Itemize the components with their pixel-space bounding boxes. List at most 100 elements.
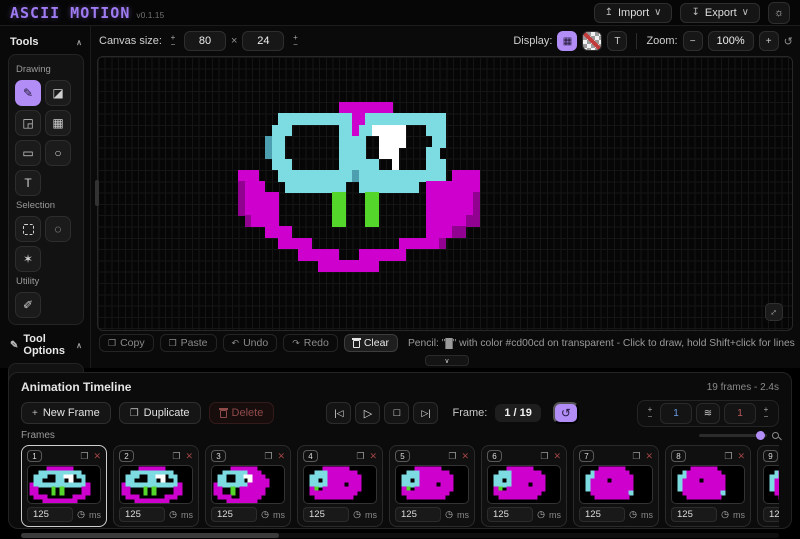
slider-thumb[interactable] — [756, 431, 765, 440]
tool-options-header[interactable]: ✎ Tool Options ∧ — [8, 325, 84, 363]
loop-icon: ↺ — [561, 406, 571, 420]
frame-thumbnail — [671, 465, 745, 504]
new-frame-button[interactable]: +New Frame — [21, 402, 111, 424]
text-icon: T — [614, 36, 620, 47]
zoom-value[interactable]: 100% — [708, 31, 754, 51]
drawing-canvas[interactable]: ↕ — [97, 56, 793, 331]
delete-frame-icon[interactable]: ✕ — [553, 451, 561, 462]
trash-icon — [353, 340, 360, 348]
frame-thumbnail — [27, 465, 101, 504]
frame-duration-input[interactable]: 125 — [303, 507, 349, 522]
duplicate-frame-icon[interactable]: ❐ — [356, 451, 364, 462]
duplicate-frame-icon[interactable]: ❐ — [448, 451, 456, 462]
theme-toggle-button[interactable]: ☼ — [768, 2, 790, 24]
frame-thumbnail — [211, 465, 285, 504]
frame-duration-input[interactable]: 125 — [27, 507, 73, 522]
import-button[interactable]: ↥ Import ∨ — [594, 3, 673, 23]
delete-frame-icon[interactable]: ✕ — [185, 451, 193, 462]
canvas-resize-handle[interactable]: ↕ — [765, 303, 783, 321]
canvas-height-input[interactable]: 24 — [242, 31, 284, 51]
fill-tool-button[interactable]: ◲ — [15, 110, 41, 136]
frame-card[interactable]: 2 ❐ ✕ 125 ◷ ms — [113, 445, 199, 527]
canvas-width-input[interactable]: 80 — [184, 31, 226, 51]
duplicate-frame-icon[interactable]: ❐ — [540, 451, 548, 462]
pencil-tool-button[interactable]: ✎ — [15, 80, 41, 106]
rect-select-tool-button[interactable] — [15, 216, 41, 242]
duplicate-frame-icon[interactable]: ❐ — [172, 451, 180, 462]
panel-drag-handle[interactable] — [95, 180, 99, 206]
delete-frame-icon[interactable]: ✕ — [93, 451, 101, 462]
delete-frame-icon[interactable]: ✕ — [737, 451, 745, 462]
frame-duration-input[interactable]: 125 — [487, 507, 533, 522]
canvas-width-stepper[interactable]: + − — [167, 34, 179, 48]
frame-card[interactable]: 9 ❐ ✕ 125 ◷ ms — [757, 445, 779, 527]
zoom-in-button[interactable]: + — [759, 31, 779, 51]
paste-button[interactable]: ❒Paste — [160, 334, 217, 352]
magnifier-icon — [772, 432, 779, 439]
clock-icon: ◷ — [261, 509, 269, 520]
magic-wand-tool-button[interactable]: ✶ — [15, 246, 41, 272]
timeline-zoom-slider[interactable] — [699, 432, 779, 439]
delete-frame-icon[interactable]: ✕ — [645, 451, 653, 462]
frame-duration-input[interactable]: 125 — [579, 507, 625, 522]
toggle-grid-button[interactable]: ▦ — [557, 31, 577, 51]
frame-card[interactable]: 6 ❐ ✕ 125 ◷ ms — [481, 445, 567, 527]
scrollbar-thumb[interactable] — [21, 533, 279, 538]
duplicate-frame-icon[interactable]: ❐ — [264, 451, 272, 462]
lasso-tool-button[interactable]: ◌ — [45, 216, 71, 242]
toggle-text-button[interactable]: T — [607, 31, 627, 51]
clear-button[interactable]: Clear — [344, 334, 398, 352]
frame-card[interactable]: 5 ❐ ✕ 125 ◷ ms — [389, 445, 475, 527]
loop-toggle-button[interactable]: ↺ — [553, 402, 579, 424]
delete-frame-icon[interactable]: ✕ — [461, 451, 469, 462]
frame-card[interactable]: 8 ❐ ✕ 125 ◷ ms — [665, 445, 751, 527]
ellipse-tool-button[interactable]: ○ — [45, 140, 71, 166]
play-button[interactable]: ▷ — [355, 402, 380, 424]
toggle-transparency-button[interactable] — [582, 31, 602, 51]
tools-sidebar: Tools ∧ Drawing ✎ ◪ ◲ ▦ ▭ ○ T Selection … — [0, 26, 91, 368]
skip-to-start-button[interactable]: |◁ — [326, 402, 351, 424]
stop-button[interactable]: □ — [384, 402, 409, 424]
onion-skin-toggle-button[interactable]: ≋ — [696, 403, 720, 424]
onion-prev-stepper[interactable]: +− — [644, 406, 656, 420]
duplicate-frame-icon[interactable]: ❐ — [80, 451, 88, 462]
trash-icon — [220, 410, 227, 418]
eyedropper-tool-button[interactable]: ✐ — [15, 292, 41, 318]
frame-card[interactable]: 3 ❐ ✕ 125 ◷ ms — [205, 445, 291, 527]
rect-fill-tool-button[interactable]: ▦ — [45, 110, 71, 136]
frames-scrollbar[interactable] — [21, 533, 779, 538]
canvas-artwork — [238, 102, 480, 272]
slider-track[interactable] — [699, 434, 767, 437]
eraser-tool-button[interactable]: ◪ — [45, 80, 71, 106]
zoom-reset-icon[interactable]: ↺ — [784, 35, 793, 48]
frame-duration-input[interactable]: 125 — [395, 507, 441, 522]
skip-to-end-button[interactable]: ▷| — [413, 402, 438, 424]
collapse-timeline-button[interactable]: ∨ — [425, 355, 469, 366]
onion-prev-input[interactable]: 1 — [660, 403, 692, 424]
delete-frame-button[interactable]: Delete — [209, 402, 275, 424]
onion-next-stepper[interactable]: +− — [760, 406, 772, 420]
frame-duration-input[interactable]: 125 — [119, 507, 165, 522]
frame-duration-input[interactable]: 125 — [671, 507, 717, 522]
delete-frame-icon[interactable]: ✕ — [369, 451, 377, 462]
rect-outline-tool-button[interactable]: ▭ — [15, 140, 41, 166]
undo-button[interactable]: ↶Undo — [223, 334, 278, 352]
frame-card[interactable]: 1 ❐ ✕ 125 ◷ ms — [21, 445, 107, 527]
zoom-out-button[interactable]: − — [683, 31, 703, 51]
duplicate-frame-icon[interactable]: ❐ — [724, 451, 732, 462]
onion-next-input[interactable]: 1 — [724, 403, 756, 424]
text-tool-button[interactable]: T — [15, 170, 41, 196]
frame-card[interactable]: 4 ❐ ✕ 125 ◷ ms — [297, 445, 383, 527]
frame-card[interactable]: 7 ❐ ✕ 125 ◷ ms — [573, 445, 659, 527]
tools-section-header[interactable]: Tools ∧ — [8, 32, 84, 54]
copy-button[interactable]: ❐Copy — [99, 334, 154, 352]
delete-frame-icon[interactable]: ✕ — [277, 451, 285, 462]
duplicate-frame-button[interactable]: ❐Duplicate — [119, 402, 201, 424]
canvas-height-stepper[interactable]: + − — [289, 34, 301, 48]
frame-duration-input[interactable]: 125 — [763, 507, 779, 522]
redo-button[interactable]: ↷Redo — [283, 334, 338, 352]
onion-skin-controls: +− 1 ≋ 1 +− — [637, 400, 779, 427]
export-button[interactable]: ↧ Export ∨ — [680, 3, 760, 23]
duplicate-frame-icon[interactable]: ❐ — [632, 451, 640, 462]
frame-duration-input[interactable]: 125 — [211, 507, 257, 522]
